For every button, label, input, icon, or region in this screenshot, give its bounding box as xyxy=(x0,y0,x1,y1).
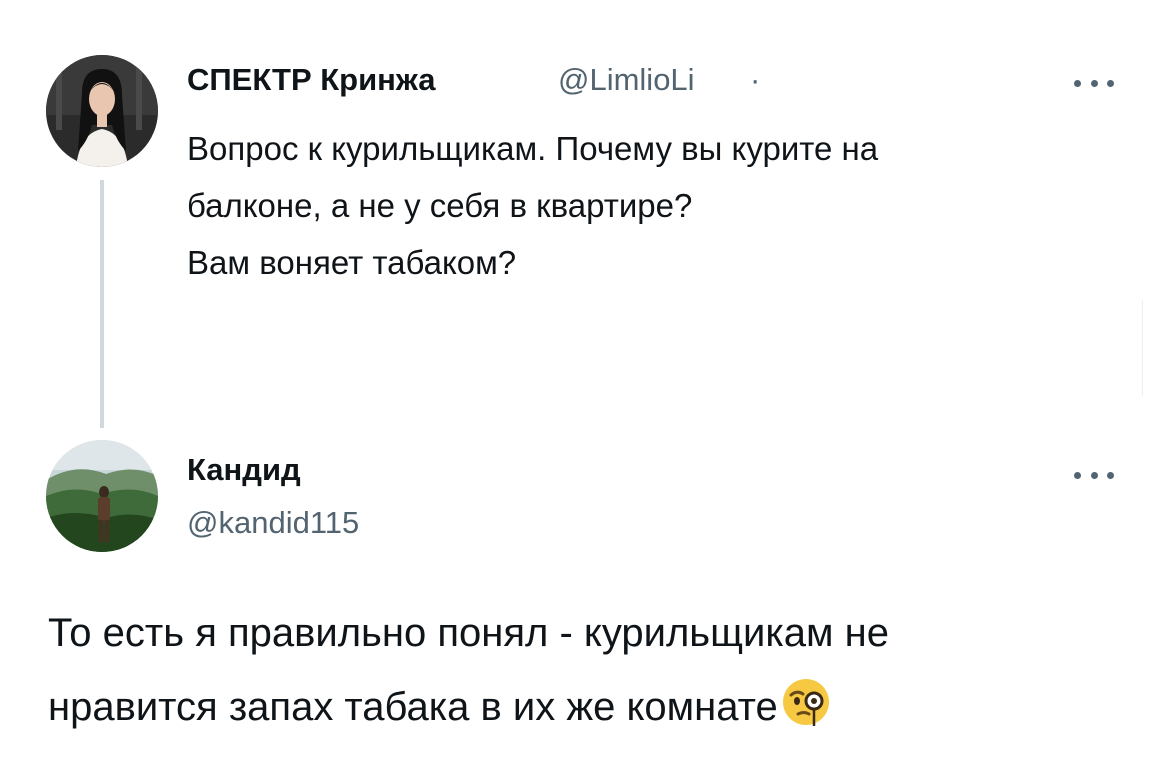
author-avatar-image xyxy=(46,55,158,167)
tweet-text-line: балконе, а не у себя в квартире? xyxy=(187,187,693,224)
more-horizontal-icon[interactable] xyxy=(1074,468,1114,482)
tweet-thread: СПЕКТР Кринжа @LimlioLi · Вопрос к курил… xyxy=(0,0,1166,774)
tweet-text-line: нравится запах табака в их же комнате xyxy=(48,670,1128,744)
tweet-text: Вопрос к курильщикам. Почему вы курите н… xyxy=(187,120,1127,291)
avatar[interactable] xyxy=(46,55,158,167)
more-horizontal-icon[interactable] xyxy=(1074,76,1114,90)
avatar[interactable] xyxy=(46,440,158,552)
divider xyxy=(1142,300,1143,396)
thread-connector-line xyxy=(100,180,104,428)
separator-dot: · xyxy=(750,62,761,97)
author-avatar-image xyxy=(46,440,158,552)
tweet-text-line: Вам воняет табаком? xyxy=(187,244,517,281)
tweet-text-line: То есть я правильно понял - курильщикам … xyxy=(48,611,889,655)
face-with-monocle-icon xyxy=(780,676,832,728)
tweet-text-line: Вопрос к курильщикам. Почему вы курите н… xyxy=(187,130,879,167)
author-handle[interactable]: @kandid115 xyxy=(187,505,359,541)
tweet-text-segment: нравится запах табака в их же комнате xyxy=(48,685,778,729)
author-name[interactable]: СПЕКТР Кринжа xyxy=(187,62,436,98)
tweet-text: То есть я правильно понял - курильщикам … xyxy=(48,596,1128,744)
author-name[interactable]: Кандид xyxy=(187,452,301,488)
author-handle[interactable]: @LimlioLi xyxy=(558,62,695,98)
